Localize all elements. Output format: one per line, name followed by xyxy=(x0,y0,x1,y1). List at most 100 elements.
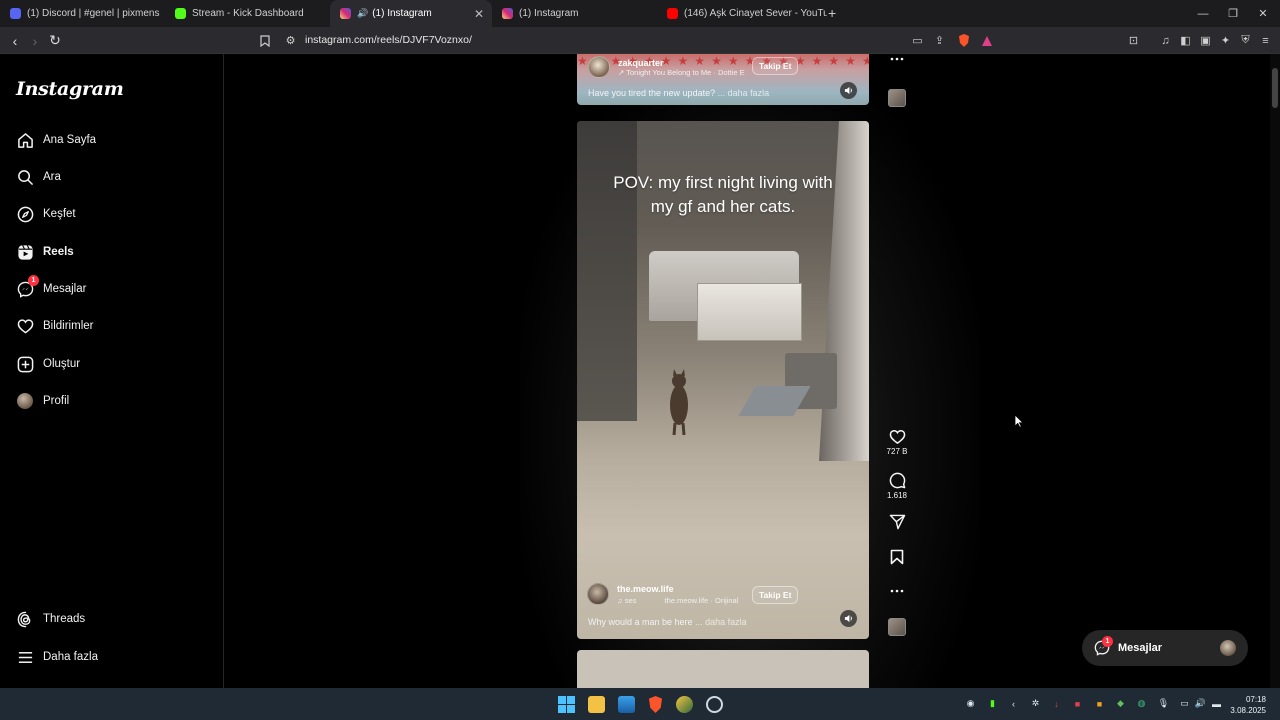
sidebar-item-explore[interactable]: Keşfet xyxy=(16,202,206,226)
sidebar-item-search[interactable]: Ara xyxy=(16,165,206,189)
menu-icon[interactable]: ≡ xyxy=(1259,34,1272,47)
browser-tab[interactable]: (146) Aşk Cinayet Sever - YouTube xyxy=(657,0,827,27)
reel-username[interactable]: the.meow.life xyxy=(617,584,738,594)
page-scrollbar[interactable] xyxy=(1270,54,1280,688)
share-button[interactable] xyxy=(884,514,910,530)
obs-icon[interactable] xyxy=(706,696,723,713)
leo-ai-icon[interactable]: ✦ xyxy=(1219,34,1232,47)
address-bar: ‹ › ↻ ⚙ instagram.com/reels/DJVF7Voznxo/… xyxy=(0,27,1280,54)
scrollbar-thumb[interactable] xyxy=(1272,68,1278,108)
reel-video[interactable]: POV: my first night living with my gf an… xyxy=(577,121,869,639)
browser-tab-bar: (1) Discord | #genel | pixmens Stream - … xyxy=(0,0,1280,27)
site-info-icon[interactable]: ⚙ xyxy=(284,34,297,47)
tray-icon[interactable]: ✲ xyxy=(1030,698,1041,709)
browser-tab[interactable]: Stream - Kick Dashboard xyxy=(165,0,330,27)
sidebar-item-label: Ara xyxy=(43,171,61,183)
more-link[interactable]: ... daha fazla xyxy=(718,88,770,98)
heart-icon xyxy=(889,429,905,445)
tab-label: (1) Discord | #genel | pixmens xyxy=(27,8,160,19)
avatar[interactable] xyxy=(587,583,609,605)
plus-square-icon xyxy=(16,355,34,373)
sidebar-item-more[interactable]: Daha fazla xyxy=(16,645,206,669)
more-link[interactable]: ... daha fazla xyxy=(695,617,747,627)
forward-button[interactable]: › xyxy=(25,27,45,54)
browser-tab[interactable]: (1) Discord | #genel | pixmens xyxy=(0,0,165,27)
messages-pill[interactable]: 1 Mesajlar xyxy=(1082,630,1248,666)
microphone-icon[interactable]: 🎙 xyxy=(1158,698,1169,709)
reels-icon xyxy=(16,243,34,261)
screenshot-icon[interactable]: ⊡ xyxy=(1127,34,1140,47)
instagram-logo[interactable]: Instagram xyxy=(16,78,124,100)
sidebar-item-notifications[interactable]: Bildirimler xyxy=(16,314,206,338)
tray-icon[interactable]: ◆ xyxy=(1115,698,1126,709)
prev-reel-author[interactable]: zakquarter ↗ Tonight You Belong to Me · … xyxy=(588,56,745,78)
audio-thumbnail[interactable] xyxy=(888,89,906,107)
music-note-icon: ♫ xyxy=(617,595,625,605)
brave-rewards-icon[interactable] xyxy=(980,34,993,47)
bookmark-icon xyxy=(890,549,904,565)
more-options-button[interactable] xyxy=(884,589,910,593)
next-reel[interactable] xyxy=(577,650,869,688)
audio-source: the.meow.life · Orijinal xyxy=(664,595,739,605)
brave-shield-icon[interactable] xyxy=(957,34,970,47)
like-button[interactable]: 727 B xyxy=(884,429,910,456)
reel-author[interactable]: the.meow.life ♫ ses the.meow.life · Orij… xyxy=(587,583,738,605)
sidebar-toggle-icon[interactable]: ◧ xyxy=(1179,34,1192,47)
discord-icon xyxy=(10,8,21,19)
share-icon[interactable]: ⇪ xyxy=(933,34,946,47)
sidebar-item-label: Keşfet xyxy=(43,208,76,220)
browser-tab-active[interactable]: 🔊 (1) Instagram ✕ xyxy=(330,0,492,27)
follow-button[interactable]: Takip Et xyxy=(752,586,799,604)
volume-icon[interactable]: 🔊 xyxy=(1195,698,1206,709)
wallet-icon[interactable]: ▣ xyxy=(1199,34,1212,47)
url-field[interactable]: instagram.com/reels/DJVF7Voznxo/ xyxy=(305,34,472,46)
vpn-icon[interactable]: ⛨ xyxy=(1239,34,1252,47)
network-icon[interactable]: ▭ xyxy=(1179,698,1190,709)
sidebar-item-profile[interactable]: Profil xyxy=(16,389,206,413)
volume-button[interactable] xyxy=(840,610,857,627)
audio-thumbnail[interactable] xyxy=(888,618,906,636)
bookmark-icon[interactable] xyxy=(258,34,271,47)
back-button[interactable]: ‹ xyxy=(5,27,25,54)
tray-icon[interactable]: ↓ xyxy=(1051,698,1062,709)
more-options-button[interactable] xyxy=(884,57,910,61)
reel-username[interactable]: zakquarter xyxy=(618,58,745,68)
tray-icon[interactable]: ◍ xyxy=(1136,698,1147,709)
more-horizontal-icon xyxy=(890,589,904,593)
sidebar-item-create[interactable]: Oluştur xyxy=(16,352,206,376)
follow-button[interactable]: Takip Et xyxy=(752,57,799,75)
tray-icon[interactable]: ■ xyxy=(1072,698,1083,709)
youtube-icon xyxy=(667,8,678,19)
reel-audio[interactable]: ↗ Tonight You Belong to Me · Dottie E xyxy=(618,68,745,77)
tray-icon[interactable]: ▮ xyxy=(987,698,998,709)
battery-icon[interactable]: ▬ xyxy=(1211,698,1222,709)
tray-icon[interactable]: ■ xyxy=(1094,698,1105,709)
sidebar-item-home[interactable]: Ana Sayfa xyxy=(16,128,206,152)
brave-browser-icon[interactable] xyxy=(647,696,664,713)
tray-icon[interactable]: ‹ xyxy=(1008,698,1019,709)
system-clock[interactable]: 07:18 3.08.2025 xyxy=(1230,694,1266,716)
minimize-button[interactable]: — xyxy=(1186,0,1220,27)
new-tab-button[interactable]: + xyxy=(828,5,836,21)
tray-icon[interactable]: ◉ xyxy=(965,698,976,709)
comment-button[interactable]: 1.618 xyxy=(884,472,910,500)
avatar[interactable] xyxy=(588,56,610,78)
volume-button[interactable] xyxy=(840,82,857,99)
sidebar-item-label: Profil xyxy=(43,395,70,407)
save-button[interactable] xyxy=(884,549,910,565)
close-tab-icon[interactable]: ✕ xyxy=(474,7,484,21)
restore-button[interactable]: ❐ xyxy=(1216,0,1250,27)
reload-button[interactable]: ↻ xyxy=(45,27,65,54)
cast-icon[interactable]: ▭ xyxy=(911,34,924,47)
close-window-button[interactable]: ✕ xyxy=(1246,0,1280,27)
file-explorer-icon[interactable] xyxy=(588,696,605,713)
sidebar-item-threads[interactable]: Threads xyxy=(16,607,206,631)
sidebar-item-messages[interactable]: 1 Mesajlar xyxy=(16,275,206,301)
sidebar-item-reels[interactable]: Reels xyxy=(16,240,206,264)
browser-tab[interactable]: (1) Instagram xyxy=(492,0,657,27)
windows-start-icon[interactable] xyxy=(558,696,575,713)
reel-audio[interactable]: ♫ ses the.meow.life · Orijinal xyxy=(617,596,738,605)
photos-icon[interactable] xyxy=(618,696,635,713)
music-icon[interactable]: ♫ xyxy=(1159,34,1172,47)
app-icon[interactable] xyxy=(676,696,693,713)
